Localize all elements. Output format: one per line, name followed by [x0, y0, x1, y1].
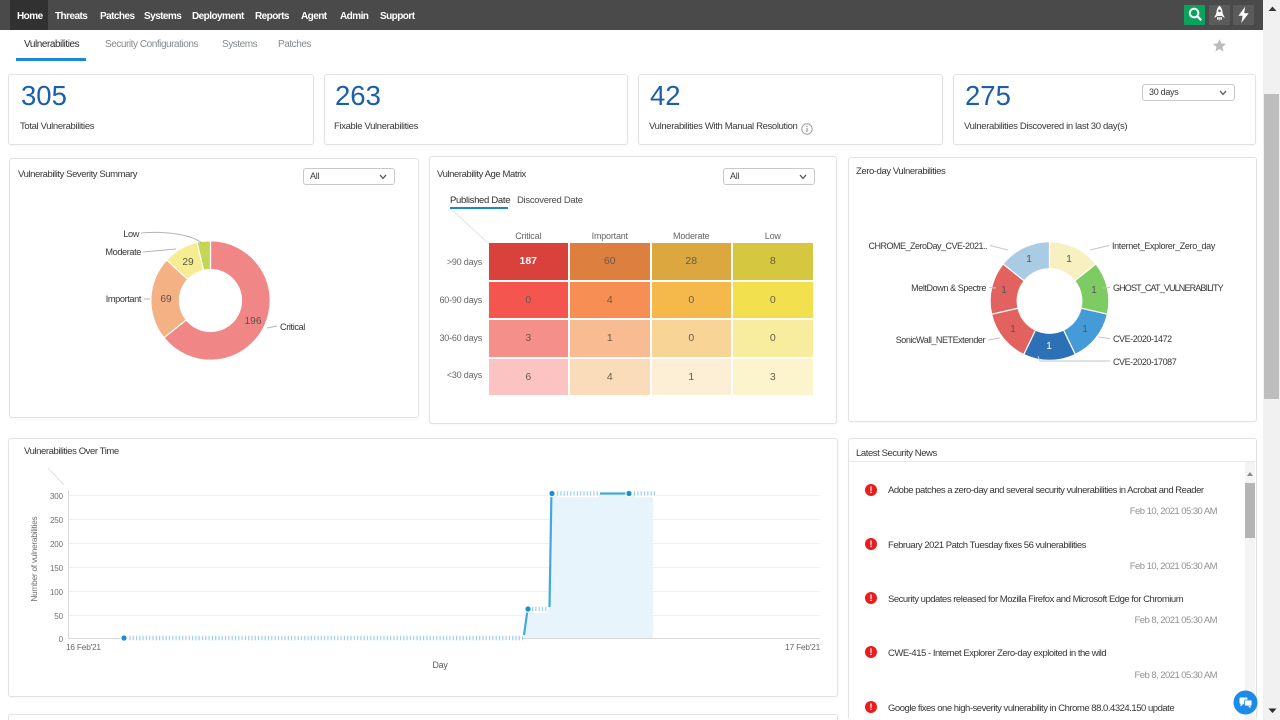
- svg-text:200: 200: [50, 540, 64, 549]
- svg-text:CVE-2020-17087: CVE-2020-17087: [1113, 357, 1177, 367]
- svg-text:17 Feb'21: 17 Feb'21: [785, 642, 820, 652]
- svg-text:1: 1: [1066, 254, 1072, 265]
- svg-text:0: 0: [59, 635, 64, 644]
- svg-text:29: 29: [182, 257, 194, 268]
- svg-text:SonicWall_NETExtender: SonicWall_NETExtender: [896, 335, 986, 345]
- svg-text:150: 150: [50, 564, 64, 573]
- svg-text:CHROME_ZeroDay_CVE-2021..: CHROME_ZeroDay_CVE-2021..: [868, 241, 987, 251]
- svg-text:300: 300: [50, 492, 64, 501]
- svg-text:69: 69: [160, 294, 172, 305]
- svg-text:1: 1: [1091, 285, 1097, 296]
- svg-text:100: 100: [50, 588, 64, 597]
- svg-text:50: 50: [54, 612, 63, 621]
- svg-text:1: 1: [1026, 254, 1032, 265]
- svg-text:16 Feb'21: 16 Feb'21: [66, 642, 101, 652]
- svg-text:Number of vulnerabilities: Number of vulnerabilities: [30, 516, 39, 601]
- svg-text:1: 1: [1046, 341, 1052, 352]
- svg-text:CVE-2020-1472: CVE-2020-1472: [1113, 334, 1172, 344]
- svg-text:196: 196: [245, 316, 262, 327]
- svg-text:MeltDown & Spectre: MeltDown & Spectre: [911, 283, 986, 293]
- svg-text:1: 1: [1010, 324, 1016, 335]
- svg-text:GHOST_CAT_VULNERABILITY: GHOST_CAT_VULNERABILITY: [1113, 283, 1224, 293]
- svg-text:Internet_Explorer_Zero_day: Internet_Explorer_Zero_day: [1112, 241, 1216, 251]
- svg-text:1: 1: [1082, 324, 1088, 335]
- svg-text:Moderate: Moderate: [105, 247, 141, 257]
- svg-text:Low: Low: [123, 229, 139, 239]
- svg-text:250: 250: [50, 516, 64, 525]
- svg-text:Critical: Critical: [280, 322, 305, 332]
- svg-text:1: 1: [1001, 285, 1007, 296]
- svg-text:Day: Day: [432, 660, 448, 670]
- svg-text:Important: Important: [106, 294, 142, 304]
